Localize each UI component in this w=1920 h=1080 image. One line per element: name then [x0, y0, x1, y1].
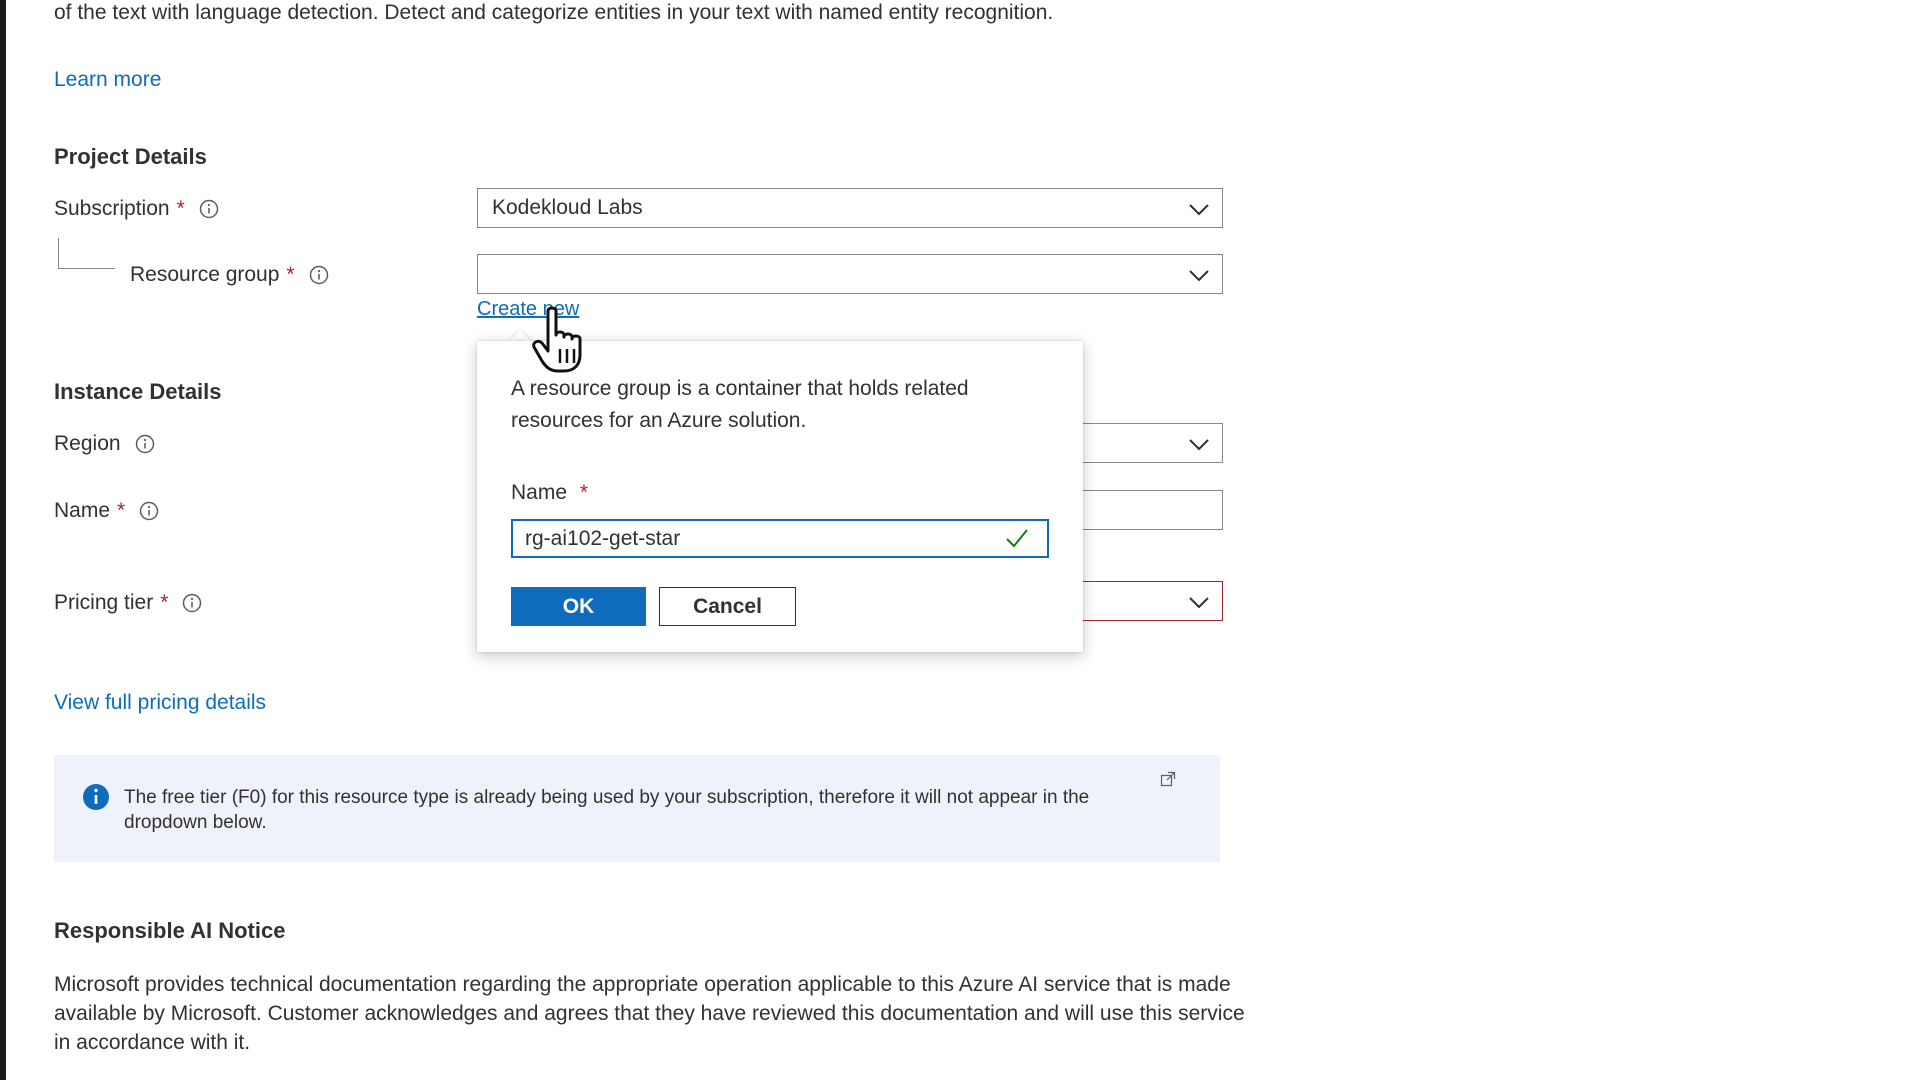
info-icon[interactable] [199, 199, 219, 219]
subscription-select[interactable]: Kodekloud Labs [477, 188, 1223, 228]
required-asterisk: * [286, 263, 295, 286]
chevron-down-icon [1189, 597, 1209, 609]
instance-details-heading: Instance Details [54, 379, 222, 404]
resource-group-label-text: Resource group [130, 263, 280, 286]
hand-pointer-cursor [532, 306, 582, 373]
info-icon[interactable] [135, 434, 155, 454]
free-tier-notice: The free tier (F0) for this resource typ… [54, 755, 1220, 862]
create-resource-group-callout: A resource group is a container that hol… [477, 341, 1083, 652]
region-label-text: Region [54, 432, 121, 455]
view-pricing-link[interactable]: View full pricing details [54, 691, 266, 715]
project-details-heading: Project Details [54, 144, 207, 169]
window-edge [0, 0, 6, 1080]
resource-group-label: Resource group * [130, 263, 329, 287]
subscription-value: Kodekloud Labs [492, 196, 643, 219]
chevron-down-icon [1189, 270, 1209, 282]
callout-name-label: Name * [511, 481, 588, 505]
info-icon[interactable] [309, 265, 329, 285]
tree-connector [58, 238, 115, 269]
required-asterisk: * [117, 499, 126, 522]
cancel-button[interactable]: Cancel [659, 587, 796, 626]
intro-text: of the text with language detection. Det… [54, 1, 1054, 24]
chevron-down-icon [1189, 439, 1209, 451]
pricing-tier-label: Pricing tier * [54, 591, 202, 615]
name-label: Name * [54, 499, 159, 523]
name-label-text: Name [54, 499, 111, 522]
checkmark-icon [1006, 529, 1028, 548]
responsible-ai-body: Microsoft provides technical documentati… [54, 973, 1245, 1054]
external-link-icon[interactable] [1160, 771, 1176, 787]
resource-group-select[interactable] [477, 254, 1223, 294]
ok-button[interactable]: OK [511, 587, 646, 626]
info-filled-icon [83, 784, 109, 810]
region-label: Region [54, 432, 155, 456]
learn-more-link[interactable]: Learn more [54, 68, 161, 92]
callout-name-label-text: Name [511, 481, 568, 504]
info-icon[interactable] [139, 501, 159, 521]
chevron-down-icon [1189, 204, 1209, 216]
callout-description: A resource group is a container that hol… [511, 377, 969, 432]
notice-text: The free tier (F0) for this resource typ… [124, 787, 1090, 833]
info-icon[interactable] [182, 593, 202, 613]
pricing-tier-label-text: Pricing tier [54, 591, 154, 614]
subscription-label: Subscription * [54, 197, 219, 221]
resource-group-name-input[interactable] [511, 519, 1049, 558]
required-asterisk: * [160, 591, 169, 614]
required-asterisk: * [579, 481, 589, 504]
responsible-ai-heading: Responsible AI Notice [54, 918, 286, 943]
required-asterisk: * [176, 197, 185, 220]
subscription-label-text: Subscription [54, 197, 170, 220]
